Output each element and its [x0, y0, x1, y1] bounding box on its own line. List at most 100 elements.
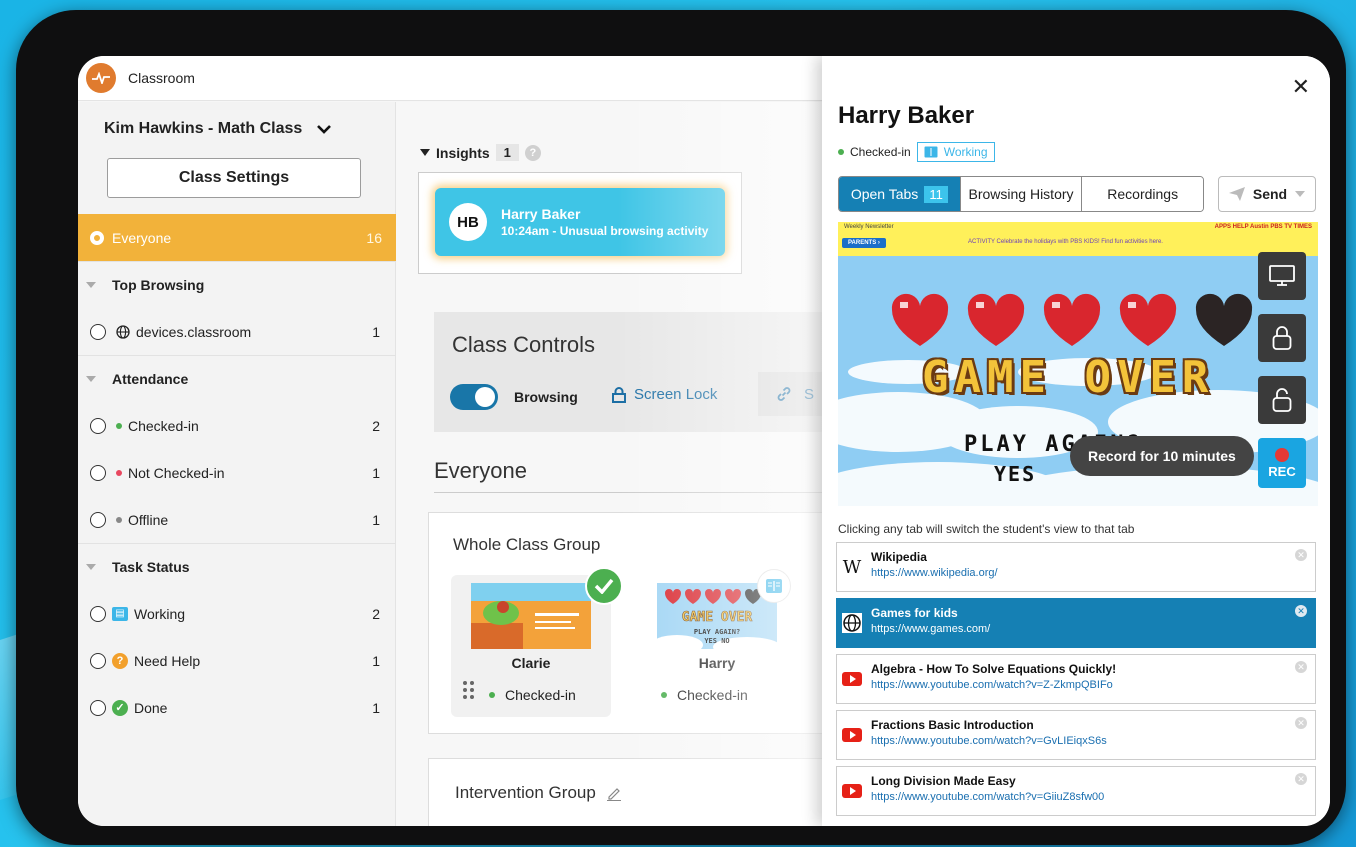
filter-label: Offline — [128, 511, 169, 528]
close-tab-icon[interactable]: ✕ — [1295, 605, 1307, 617]
lock-icon — [1272, 326, 1292, 350]
close-icon[interactable]: ✕ — [1292, 74, 1310, 100]
radio-icon — [90, 464, 106, 481]
section-attendance[interactable]: Attendance — [78, 355, 396, 402]
close-tab-icon[interactable]: ✕ — [1295, 549, 1307, 561]
record-dot-icon — [1275, 447, 1289, 462]
svg-text:GAME OVER: GAME OVER — [682, 610, 753, 625]
tab-open-tabs[interactable]: Open Tabs 11 — [839, 177, 961, 211]
insight-alert-card[interactable]: HB Harry Baker 10:24am - Unusual browsin… — [435, 188, 725, 256]
filter-count: 1 — [372, 323, 380, 340]
insights-count: 1 — [495, 144, 519, 161]
filter-count: 1 — [372, 511, 380, 528]
tab-recordings[interactable]: Recordings — [1082, 177, 1203, 211]
filter-devices-classroom[interactable]: devices.classroom 1 — [78, 308, 396, 355]
unlock-icon — [1272, 388, 1292, 412]
open-tab-item[interactable]: Algebra - How To Solve Equations Quickly… — [836, 654, 1316, 704]
site-links: APPS HELP Austin PBS TV TIMES — [1214, 224, 1312, 230]
globe-icon — [841, 612, 863, 634]
filter-checked-in[interactable]: Checked-in 2 — [78, 402, 396, 449]
tab-switch-hint: Clicking any tab will switch the student… — [838, 522, 1135, 536]
browsing-toggle[interactable] — [450, 384, 498, 410]
close-tab-icon[interactable]: ✕ — [1295, 717, 1307, 729]
section-title: Task Status — [112, 559, 190, 575]
open-tab-item[interactable]: Fractions Basic Introduction https://www… — [836, 710, 1316, 760]
close-tab-icon[interactable]: ✕ — [1295, 773, 1307, 785]
working-book-icon — [757, 569, 791, 603]
heart-icon — [1119, 293, 1177, 346]
hearts-row — [888, 292, 1256, 348]
sidebar: Kim Hawkins - Math Class Class Settings … — [78, 102, 396, 826]
radio-icon — [90, 417, 106, 434]
section-top-browsing[interactable]: Top Browsing — [78, 261, 396, 308]
group-title-label: Intervention Group — [455, 783, 596, 802]
filter-everyone[interactable]: Everyone 16 — [78, 214, 396, 261]
close-tab-icon[interactable]: ✕ — [1295, 661, 1307, 673]
student-card-harry[interactable]: GAME OVER PLAY AGAIN? YES NO Harry Check… — [637, 569, 797, 717]
student-card-clarie[interactable]: Clarie Checked-in — [451, 567, 623, 717]
alert-detail: 10:24am - Unusual browsing activity — [501, 224, 709, 238]
filter-done[interactable]: ✓ Done 1 — [78, 684, 396, 731]
toggle-knob — [475, 387, 495, 407]
filter-offline[interactable]: Offline 1 — [78, 496, 396, 543]
filter-label: Not Checked-in — [128, 464, 225, 481]
screen-thumbnail — [471, 583, 591, 649]
open-tab-item[interactable]: Games for kids https://www.games.com/ ✕ — [836, 598, 1316, 648]
class-settings-button[interactable]: Class Settings — [107, 158, 361, 198]
heart-icon — [891, 293, 949, 346]
filter-label: Everyone — [112, 229, 172, 246]
student-status-label: Checked-in — [505, 687, 576, 703]
open-tab-item[interactable]: Long Division Made Easy https://www.yout… — [836, 766, 1316, 816]
student-name-heading: Harry Baker — [838, 102, 975, 129]
filter-working[interactable]: ▤ Working 2 — [78, 590, 396, 637]
filter-count: 2 — [372, 605, 380, 622]
screen-lock-button[interactable]: Screen Lock — [612, 386, 717, 403]
app-logo-icon — [86, 63, 116, 93]
radio-icon — [90, 511, 106, 528]
group-title: Whole Class Group — [453, 535, 601, 554]
open-tab-item[interactable]: W Wikipedia https://www.wikipedia.org/ ✕ — [836, 542, 1316, 592]
youtube-icon — [841, 724, 863, 746]
insights-header[interactable]: Insights 1 ? — [420, 144, 541, 161]
filter-label: Working — [134, 605, 186, 622]
collapse-triangle-icon — [86, 564, 96, 570]
lock-icon — [612, 386, 626, 403]
section-task-status[interactable]: Task Status — [78, 543, 396, 590]
book-icon — [924, 146, 938, 158]
view-screen-button[interactable] — [1258, 252, 1306, 300]
globe-icon — [116, 324, 130, 339]
edit-pencil-icon[interactable] — [606, 785, 622, 801]
help-icon[interactable]: ? — [524, 144, 541, 161]
send-label: Send — [1252, 186, 1288, 202]
tab-title: Fractions Basic Introduction — [871, 718, 1034, 732]
filter-label: Checked-in — [128, 417, 199, 434]
filter-need-help[interactable]: ? Need Help 1 — [78, 637, 396, 684]
send-button[interactable]: Send — [1218, 176, 1316, 212]
filter-not-checked-in[interactable]: Not Checked-in 1 — [78, 449, 396, 496]
group-title: Intervention Group — [455, 783, 622, 803]
tab-browsing-history[interactable]: Browsing History — [960, 177, 1083, 211]
filter-list: Everyone 16 Top Browsing devices.classro… — [78, 214, 396, 731]
caret-down-icon — [420, 148, 430, 156]
live-screen-preview[interactable]: Weekly Newsletter APPS HELP Austin PBS T… — [838, 222, 1318, 506]
tab-title: Long Division Made Easy — [871, 774, 1016, 788]
class-name: Kim Hawkins - Math Class — [104, 120, 303, 137]
radio-icon — [90, 652, 106, 669]
share-label: S — [804, 385, 815, 403]
drag-handle-icon[interactable] — [463, 681, 474, 699]
parents-button: PARENTS › — [842, 238, 886, 248]
main-content: Insights 1 ? HB Harry Baker 10:24am - Un… — [396, 102, 858, 826]
green-dot-icon — [838, 149, 844, 155]
radio-selected-icon — [90, 230, 104, 245]
task-status-chip: Working — [916, 142, 995, 162]
class-selector[interactable]: Kim Hawkins - Math Class — [104, 120, 332, 138]
radio-icon — [90, 699, 106, 716]
lock-screen-button[interactable] — [1258, 314, 1306, 362]
preview-tools: REC — [1258, 252, 1306, 488]
unlock-screen-button[interactable] — [1258, 376, 1306, 424]
student-name: Clarie — [511, 655, 551, 671]
student-status-label: Checked-in — [677, 687, 748, 703]
youtube-icon — [841, 668, 863, 690]
game-over-text: GAME OVER — [922, 352, 1215, 403]
record-button[interactable]: REC — [1258, 438, 1306, 488]
